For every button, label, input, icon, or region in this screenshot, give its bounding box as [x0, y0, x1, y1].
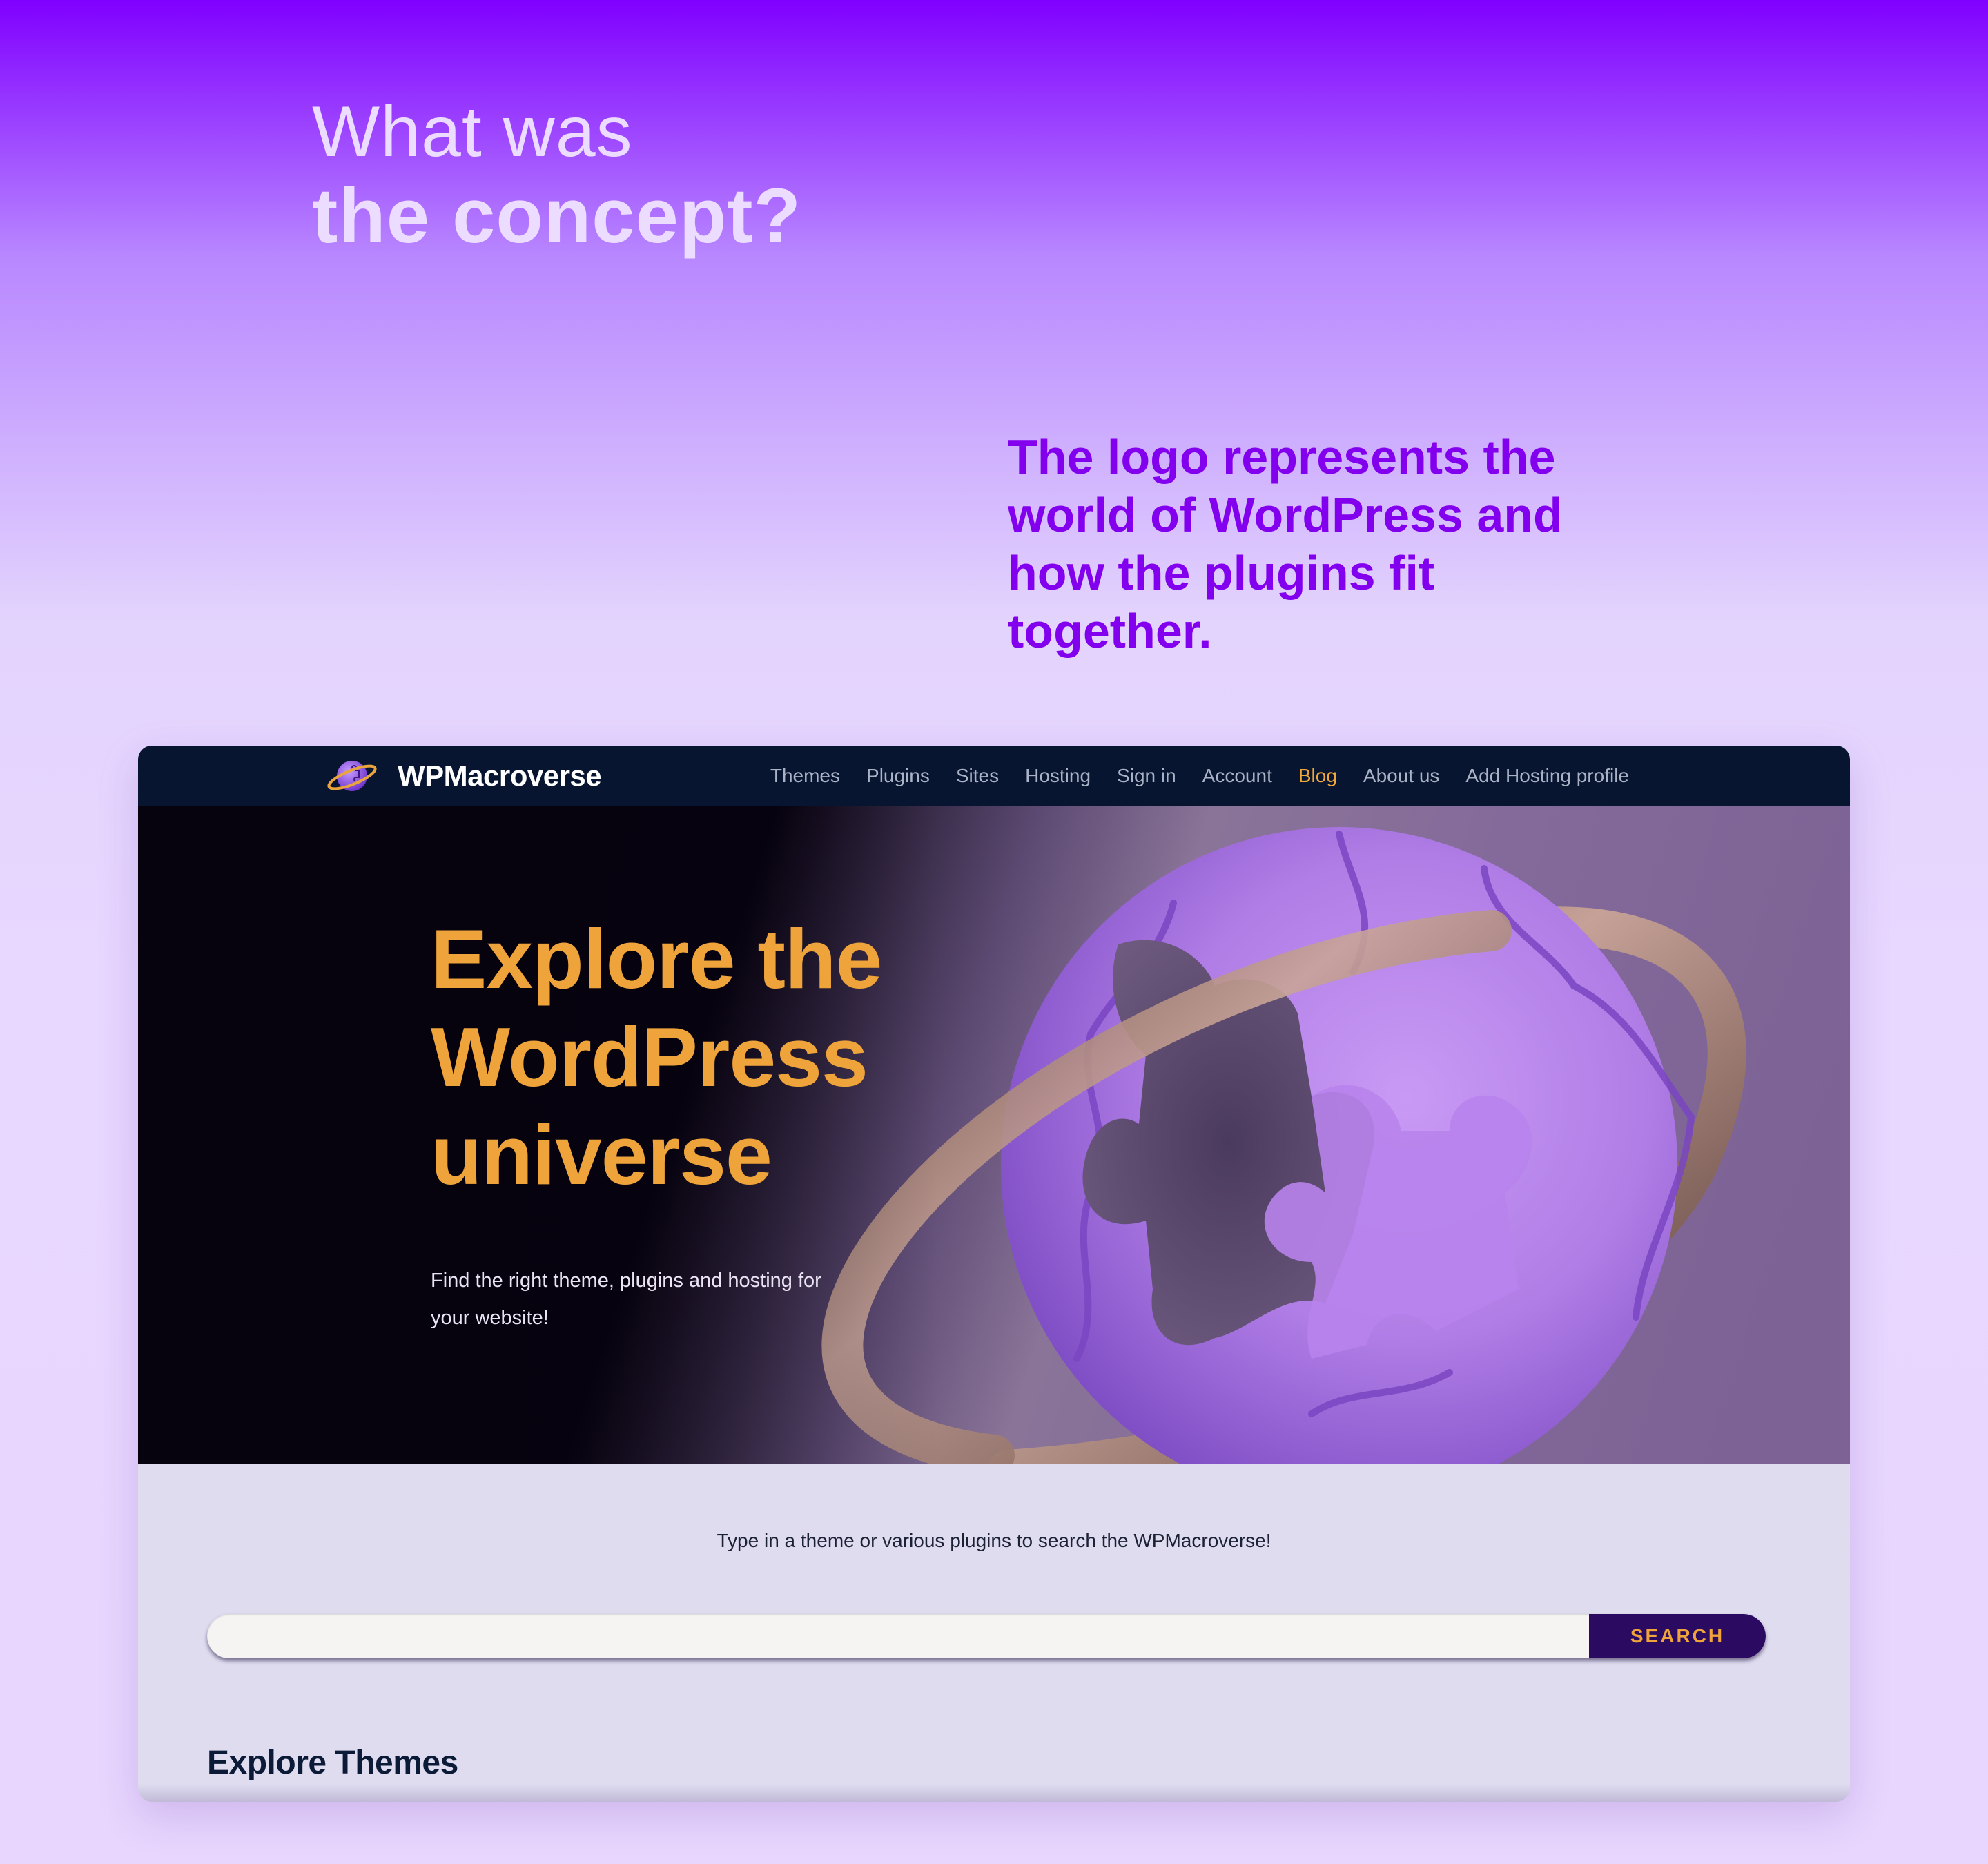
concept-heading-line2: the concept? — [312, 173, 801, 259]
nav-themes[interactable]: Themes — [770, 765, 840, 787]
concept-heading-line1: What was — [312, 92, 633, 172]
hero-title: Explore the WordPress universe — [431, 912, 882, 1202]
nav-add-hosting-profile[interactable]: Add Hosting profile — [1465, 765, 1629, 787]
mockup-bottom-fade — [138, 1784, 1850, 1802]
nav-sign-in[interactable]: Sign in — [1117, 765, 1176, 787]
nav-hosting[interactable]: Hosting — [1025, 765, 1091, 787]
planet-puzzle-icon[interactable] — [326, 755, 378, 797]
nav-account[interactable]: Account — [1202, 765, 1272, 787]
nav-about-us[interactable]: About us — [1363, 765, 1440, 787]
nav-plugins[interactable]: Plugins — [866, 765, 930, 787]
main-navigation: Themes Plugins Sites Hosting Sign in Acc… — [770, 746, 1629, 806]
search-bar: SEARCH — [207, 1614, 1766, 1658]
concept-description: The logo represents the world of WordPre… — [1008, 430, 1563, 658]
search-hint: Type in a theme or various plugins to se… — [717, 1530, 1271, 1551]
nav-sites[interactable]: Sites — [956, 765, 999, 787]
hero-section: Explore the WordPress universe Find the … — [138, 806, 1850, 1464]
website-mockup: WPMacroverse Themes Plugins Sites Hostin… — [138, 746, 1850, 1802]
explore-themes-title: Explore Themes — [207, 1745, 458, 1781]
search-input[interactable] — [207, 1614, 1589, 1658]
brand-name[interactable]: WPMacroverse — [398, 759, 602, 793]
nav-blog[interactable]: Blog — [1298, 765, 1337, 787]
search-button[interactable]: SEARCH — [1589, 1614, 1766, 1658]
concept-heading: What was the concept? — [312, 90, 801, 258]
hero-subtitle: Find the right theme, plugins and hostin… — [431, 1270, 821, 1329]
site-navbar: WPMacroverse Themes Plugins Sites Hostin… — [138, 746, 1850, 806]
